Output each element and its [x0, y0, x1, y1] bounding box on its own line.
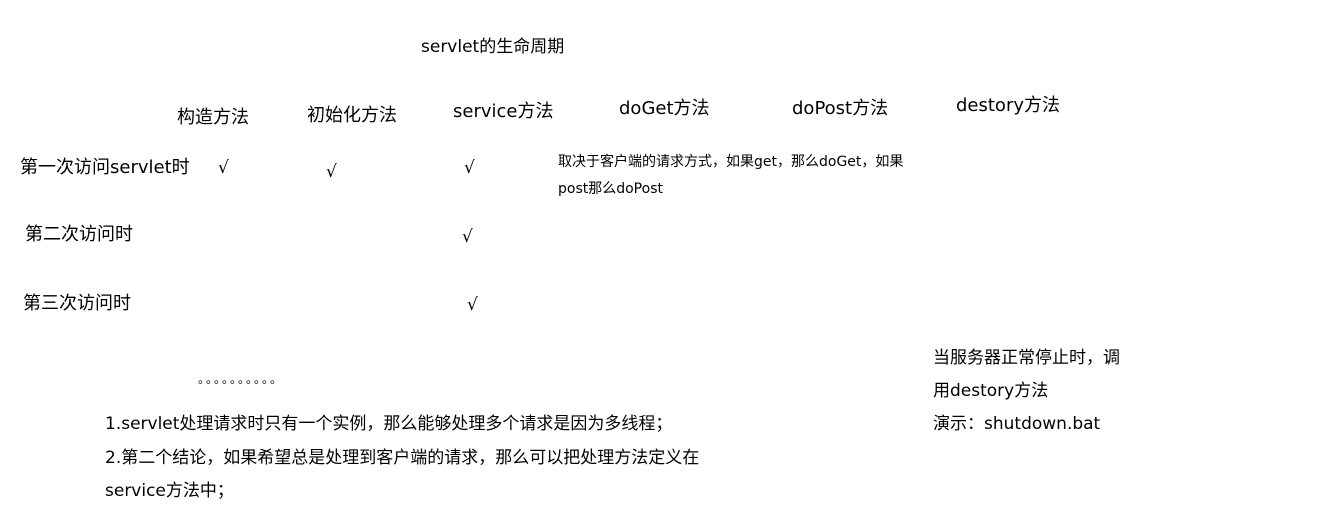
diagram-title: servlet的生命周期: [421, 37, 565, 57]
check-mark: √: [326, 162, 337, 182]
row-label-first: 第一次访问servlet时: [20, 157, 190, 178]
ellipsis: 。。。。。。。。。。: [198, 372, 285, 386]
column-constructor: 构造方法: [177, 107, 249, 128]
destroy-note-line: 用destory方法: [933, 381, 1049, 401]
destroy-note-line: 当服务器正常停止时，调: [933, 348, 1120, 368]
row-label-second: 第二次访问时: [25, 224, 133, 245]
column-dopost: doPost方法: [792, 98, 889, 119]
conclusion-line: service方法中；: [105, 481, 234, 501]
column-service: service方法: [453, 101, 554, 122]
conclusion-line: 2.第二个结论，如果希望总是处理到客户端的请求，那么可以把处理方法定义在: [105, 448, 700, 468]
check-mark: √: [464, 158, 475, 178]
column-destroy: destory方法: [956, 95, 1061, 116]
conclusion-line: 1.servlet处理请求时只有一个实例，那么能够处理多个请求是因为多线程；: [105, 414, 673, 434]
column-init: 初始化方法: [307, 105, 397, 126]
check-mark: √: [218, 158, 229, 178]
doget-note-line: post那么doPost: [558, 181, 663, 197]
row-label-third: 第三次访问时: [23, 293, 131, 314]
check-mark: √: [467, 295, 478, 315]
check-mark: √: [462, 227, 473, 247]
doget-note-line: 取决于客户端的请求方式，如果get，那么doGet，如果: [558, 154, 904, 170]
column-doget: doGet方法: [619, 98, 710, 119]
destroy-note-line: 演示：shutdown.bat: [933, 414, 1101, 434]
